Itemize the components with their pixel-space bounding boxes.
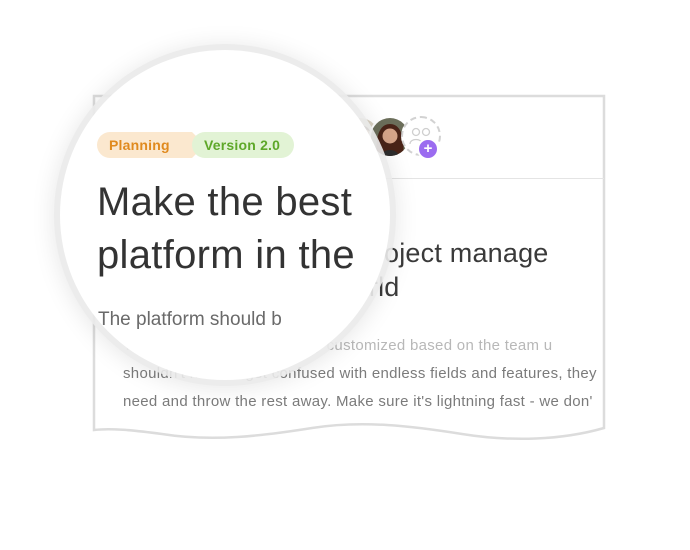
- task-card-scene: mn project manage world Th uldn't have t…: [0, 0, 690, 550]
- status-tag[interactable]: Planning: [97, 132, 205, 158]
- magnified-content: Planning Version 2.0 Make the best platf…: [60, 50, 390, 380]
- description-line-3: need and throw the rest away. Make sure …: [123, 393, 593, 410]
- version-tag[interactable]: Version 2.0: [192, 132, 295, 158]
- title-zoomed-line-2: platform in the: [97, 233, 355, 277]
- plus-icon[interactable]: +: [417, 138, 439, 160]
- description-zoomed: The platform should b: [98, 309, 282, 330]
- magnifier-lens: Planning Version 2.0 Make the best platf…: [60, 50, 390, 380]
- title-zoomed-line-1: Make the best: [97, 180, 353, 224]
- task-title-zoomed: Make the best platform in the: [97, 176, 355, 282]
